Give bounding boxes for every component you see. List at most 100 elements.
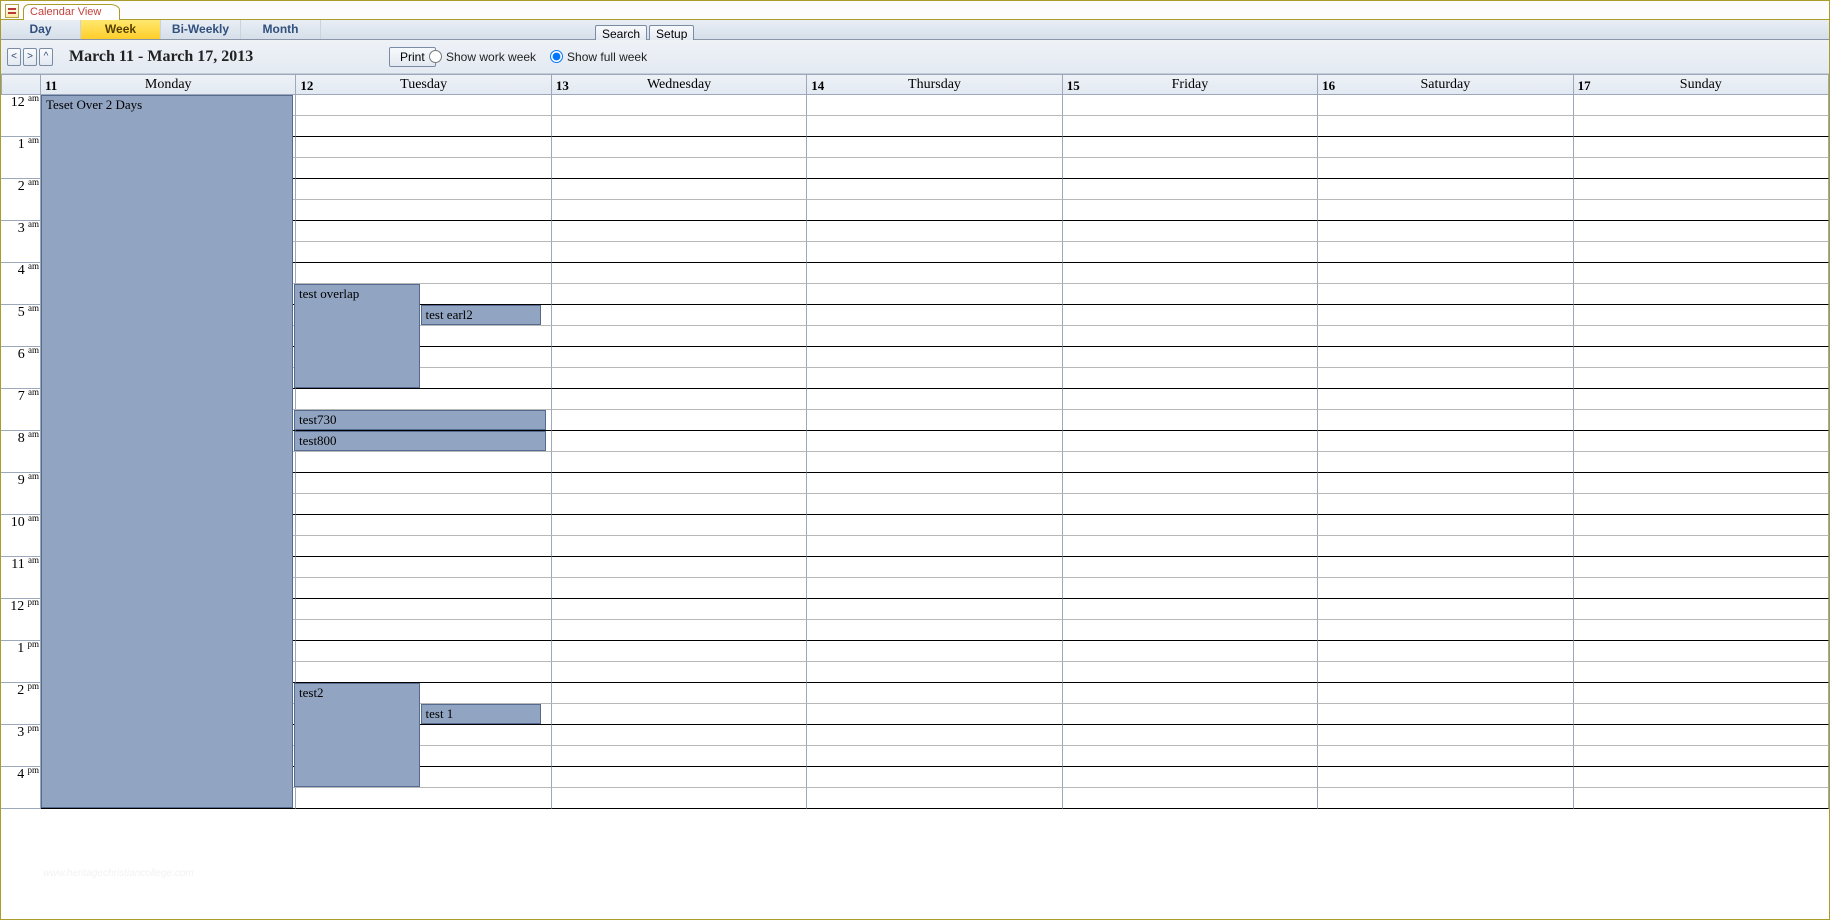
time-slot[interactable] [296, 158, 551, 179]
time-slot[interactable] [807, 473, 1062, 494]
time-slot[interactable] [552, 473, 807, 494]
time-slot[interactable] [807, 641, 1062, 662]
time-slot[interactable] [807, 221, 1062, 242]
time-slot[interactable] [1574, 431, 1829, 452]
calendar-event[interactable]: test730 [294, 410, 546, 430]
time-slot[interactable] [552, 347, 807, 368]
time-slot[interactable] [552, 452, 807, 473]
time-slot[interactable] [1318, 347, 1573, 368]
time-slot[interactable] [552, 767, 807, 788]
time-slot[interactable] [807, 158, 1062, 179]
time-slot[interactable] [807, 137, 1062, 158]
time-slot[interactable] [1318, 431, 1573, 452]
time-slot[interactable] [1063, 284, 1318, 305]
time-slot[interactable] [296, 179, 551, 200]
time-slot[interactable] [807, 536, 1062, 557]
time-slot[interactable] [296, 515, 551, 536]
time-slot[interactable] [296, 662, 551, 683]
time-slot[interactable] [552, 116, 807, 137]
time-slot[interactable] [1063, 263, 1318, 284]
time-slot[interactable] [807, 515, 1062, 536]
time-slot[interactable] [296, 116, 551, 137]
day-header[interactable]: 17Sunday [1574, 74, 1829, 95]
time-slot[interactable] [807, 725, 1062, 746]
time-slot[interactable] [1318, 158, 1573, 179]
time-slot[interactable] [1318, 494, 1573, 515]
time-slot[interactable] [1063, 494, 1318, 515]
time-slot[interactable] [552, 746, 807, 767]
time-slot[interactable] [807, 599, 1062, 620]
time-slot[interactable] [1574, 221, 1829, 242]
view-tab-week[interactable]: Week [81, 20, 161, 39]
time-slot[interactable] [1063, 704, 1318, 725]
time-slot[interactable] [1574, 368, 1829, 389]
tab-calendar-view[interactable]: Calendar View [23, 4, 120, 20]
time-slot[interactable] [1063, 137, 1318, 158]
time-slot[interactable] [1063, 620, 1318, 641]
radio-work-week-input[interactable] [429, 50, 442, 63]
time-slot[interactable] [1063, 578, 1318, 599]
time-slot[interactable] [1318, 95, 1573, 116]
time-slot[interactable] [807, 431, 1062, 452]
time-slot[interactable] [552, 305, 807, 326]
time-slot[interactable] [1318, 767, 1573, 788]
time-slot[interactable] [1318, 515, 1573, 536]
time-slot[interactable] [1574, 200, 1829, 221]
time-slot[interactable] [1318, 284, 1573, 305]
time-slot[interactable] [1063, 725, 1318, 746]
prev-button[interactable]: < [7, 48, 21, 66]
time-slot[interactable] [552, 431, 807, 452]
time-slot[interactable] [1318, 620, 1573, 641]
time-slot[interactable] [1318, 473, 1573, 494]
time-slot[interactable] [552, 200, 807, 221]
time-slot[interactable] [296, 557, 551, 578]
time-slot[interactable] [1063, 95, 1318, 116]
radio-work-week[interactable]: Show work week [429, 50, 536, 64]
time-slot[interactable] [1574, 410, 1829, 431]
time-slot[interactable] [807, 746, 1062, 767]
time-slot[interactable] [1574, 473, 1829, 494]
time-slot[interactable] [1063, 158, 1318, 179]
time-slot[interactable] [807, 116, 1062, 137]
time-slot[interactable] [552, 137, 807, 158]
day-header[interactable]: 14Thursday [807, 74, 1062, 95]
time-slot[interactable] [552, 242, 807, 263]
time-slot[interactable] [1574, 389, 1829, 410]
time-slot[interactable] [296, 221, 551, 242]
time-slot[interactable] [1574, 767, 1829, 788]
time-slot[interactable] [807, 326, 1062, 347]
time-slot[interactable] [1574, 725, 1829, 746]
time-slot[interactable] [807, 620, 1062, 641]
time-slot[interactable] [552, 284, 807, 305]
time-slot[interactable] [1574, 620, 1829, 641]
view-tab-day[interactable]: Day [1, 20, 81, 39]
time-slot[interactable] [1318, 536, 1573, 557]
time-slot[interactable] [552, 788, 807, 809]
time-slot[interactable] [1574, 242, 1829, 263]
time-slot[interactable] [1318, 137, 1573, 158]
time-slot[interactable] [552, 95, 807, 116]
time-slot[interactable] [1063, 389, 1318, 410]
time-slot[interactable] [552, 368, 807, 389]
time-slot[interactable] [807, 788, 1062, 809]
time-slot[interactable] [1318, 221, 1573, 242]
time-slot[interactable] [296, 263, 551, 284]
time-slot[interactable] [807, 557, 1062, 578]
time-slot[interactable] [1063, 599, 1318, 620]
time-slot[interactable] [296, 494, 551, 515]
time-slot[interactable] [1063, 473, 1318, 494]
time-slot[interactable] [552, 599, 807, 620]
time-slot[interactable] [1574, 557, 1829, 578]
time-slot[interactable] [1063, 557, 1318, 578]
time-slot[interactable] [1318, 326, 1573, 347]
time-slot[interactable] [1063, 410, 1318, 431]
view-tab-month[interactable]: Month [241, 20, 321, 39]
time-slot[interactable] [1574, 158, 1829, 179]
time-slot[interactable] [552, 662, 807, 683]
time-slot[interactable] [1574, 599, 1829, 620]
time-slot[interactable] [1574, 347, 1829, 368]
time-slot[interactable] [1063, 326, 1318, 347]
time-slot[interactable] [552, 326, 807, 347]
time-slot[interactable] [552, 515, 807, 536]
time-slot[interactable] [1574, 536, 1829, 557]
